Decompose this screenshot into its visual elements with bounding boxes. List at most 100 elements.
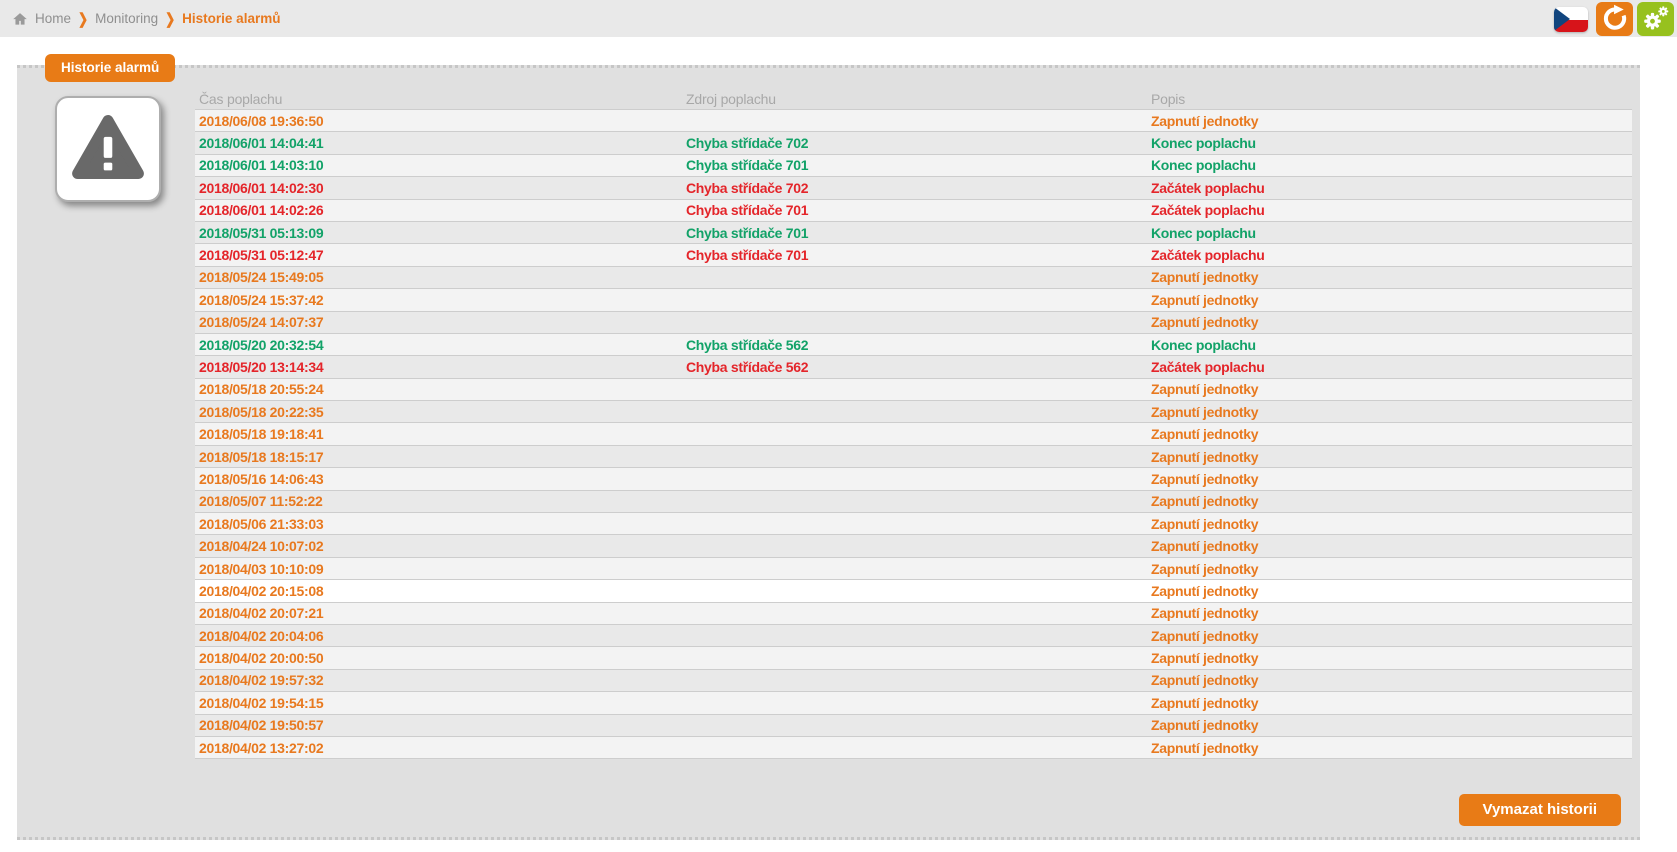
- topbar-actions: [1554, 2, 1674, 36]
- table-row[interactable]: 2018/05/18 19:18:41 Zapnutí jednotky: [195, 423, 1632, 445]
- table-row[interactable]: 2018/04/02 13:27:02Zapnutí jednotky: [195, 737, 1632, 759]
- column-header-time: Čas poplachu: [195, 91, 682, 107]
- breadcrumb-item-historie-alarmu: Historie alarmů: [182, 11, 280, 26]
- cell-desc: Zapnutí jednotky: [1147, 381, 1632, 397]
- breadcrumb-separator-icon: ❯: [165, 10, 175, 28]
- cell-time: 2018/04/24 10:07:02: [195, 538, 682, 554]
- warning-card: [55, 96, 161, 202]
- breadcrumb-item-home[interactable]: Home: [35, 11, 71, 26]
- cell-time: 2018/05/18 20:55:24: [195, 381, 682, 397]
- table-row[interactable]: 2018/04/02 20:00:50Zapnutí jednotky: [195, 647, 1632, 669]
- cell-time: 2018/05/07 11:52:22: [195, 493, 682, 509]
- table-row[interactable]: 2018/04/02 19:57:32 Zapnutí jednotky: [195, 670, 1632, 692]
- cell-time: 2018/06/01 14:03:10: [195, 157, 682, 173]
- table-row[interactable]: 2018/05/16 14:06:43 Zapnutí jednotky: [195, 468, 1632, 490]
- refresh-button[interactable]: [1596, 2, 1633, 36]
- cell-time: 2018/04/02 20:04:06: [195, 628, 682, 644]
- table-row[interactable]: 2018/05/18 18:15:17 Zapnutí jednotky: [195, 446, 1632, 468]
- table-row[interactable]: 2018/05/18 20:55:24 Zapnutí jednotky: [195, 379, 1632, 401]
- table-row[interactable]: 2018/05/20 13:14:34Chyba střídače 562Zač…: [195, 356, 1632, 378]
- table-row[interactable]: 2018/04/02 20:04:06 Zapnutí jednotky: [195, 625, 1632, 647]
- cell-source: Chyba střídače 701: [682, 225, 1147, 241]
- table-row[interactable]: 2018/05/07 11:52:22 Zapnutí jednotky: [195, 491, 1632, 513]
- table-row[interactable]: 2018/05/24 15:37:42 Zapnutí jednotky: [195, 289, 1632, 311]
- cell-source: Chyba střídače 701: [682, 157, 1147, 173]
- table-row[interactable]: 2018/05/06 21:33:03 Zapnutí jednotky: [195, 513, 1632, 535]
- cell-time: 2018/06/01 14:02:26: [195, 202, 682, 218]
- cell-desc: Zapnutí jednotky: [1147, 740, 1632, 756]
- cell-time: 2018/05/06 21:33:03: [195, 516, 682, 532]
- cell-time: 2018/04/02 19:54:15: [195, 695, 682, 711]
- cell-desc: Zapnutí jednotky: [1147, 426, 1632, 442]
- table-row[interactable]: 2018/05/31 05:13:09Chyba střídače 701Kon…: [195, 222, 1632, 244]
- table-row[interactable]: 2018/06/01 14:02:30Chyba střídače 702Zač…: [195, 177, 1632, 199]
- cell-time: 2018/05/24 14:07:37: [195, 314, 682, 330]
- cell-time: 2018/05/20 13:14:34: [195, 359, 682, 375]
- panel-tab-title: Historie alarmů: [45, 54, 175, 82]
- cell-source: Chyba střídače 701: [682, 247, 1147, 263]
- cell-desc: Začátek poplachu: [1147, 202, 1632, 218]
- cell-time: 2018/04/03 10:10:09: [195, 561, 682, 577]
- alarm-table: Čas poplachu Zdroj poplachu Popis 2018/0…: [195, 88, 1632, 759]
- table-row[interactable]: 2018/05/20 20:32:54Chyba střídače 562Kon…: [195, 334, 1632, 356]
- cell-desc: Zapnutí jednotky: [1147, 672, 1632, 688]
- alarm-table-body: 2018/06/08 19:36:50Zapnutí jednotky2018/…: [195, 109, 1632, 759]
- cell-time: 2018/05/20 20:32:54: [195, 337, 682, 353]
- table-row[interactable]: 2018/05/31 05:12:47Chyba střídače 701Zač…: [195, 244, 1632, 266]
- table-row[interactable]: 2018/04/02 19:54:15 Zapnutí jednotky: [195, 692, 1632, 714]
- table-row[interactable]: 2018/04/03 10:10:09 Zapnutí jednotky: [195, 558, 1632, 580]
- cell-time: 2018/04/02 20:00:50: [195, 650, 682, 666]
- column-header-source: Zdroj poplachu: [682, 91, 1147, 107]
- cell-desc: Konec poplachu: [1147, 337, 1632, 353]
- table-row[interactable]: 2018/06/01 14:04:41Chyba střídače 702Kon…: [195, 132, 1632, 154]
- cell-desc: Zapnutí jednotky: [1147, 717, 1632, 733]
- clear-history-button[interactable]: Vymazat historii: [1459, 794, 1621, 826]
- cell-source: Chyba střídače 702: [682, 135, 1147, 151]
- cell-desc: Zapnutí jednotky: [1147, 471, 1632, 487]
- cell-time: 2018/05/24 15:37:42: [195, 292, 682, 308]
- table-row[interactable]: 2018/05/24 14:07:37Zapnutí jednotky: [195, 312, 1632, 334]
- top-bar: Home ❯ Monitoring ❯ Historie alarmů: [0, 0, 1677, 37]
- cell-time: 2018/05/18 19:18:41: [195, 426, 682, 442]
- cell-desc: Zapnutí jednotky: [1147, 269, 1632, 285]
- cell-desc: Zapnutí jednotky: [1147, 583, 1632, 599]
- cell-time: 2018/04/02 20:07:21: [195, 605, 682, 621]
- cell-desc: Zapnutí jednotky: [1147, 292, 1632, 308]
- gears-icon: [1642, 4, 1670, 35]
- home-icon: [12, 11, 28, 27]
- table-row[interactable]: 2018/04/02 20:07:21Zapnutí jednotky: [195, 603, 1632, 625]
- cell-desc: Začátek poplachu: [1147, 180, 1632, 196]
- settings-button[interactable]: [1637, 2, 1674, 36]
- cell-desc: Zapnutí jednotky: [1147, 493, 1632, 509]
- breadcrumb: Home ❯ Monitoring ❯ Historie alarmů: [12, 0, 280, 37]
- table-row[interactable]: 2018/05/18 20:22:35 Zapnutí jednotky: [195, 401, 1632, 423]
- cell-desc: Zapnutí jednotky: [1147, 516, 1632, 532]
- cell-time: 2018/05/18 20:22:35: [195, 404, 682, 420]
- cell-time: 2018/04/02 19:57:32: [195, 672, 682, 688]
- cell-desc: Zapnutí jednotky: [1147, 404, 1632, 420]
- cell-desc: Konec poplachu: [1147, 157, 1632, 173]
- cell-desc: Zapnutí jednotky: [1147, 449, 1632, 465]
- cell-desc: Zapnutí jednotky: [1147, 628, 1632, 644]
- cell-time: 2018/05/31 05:13:09: [195, 225, 682, 241]
- table-row[interactable]: 2018/06/01 14:03:10Chyba střídače 701Kon…: [195, 155, 1632, 177]
- table-row[interactable]: 2018/06/08 19:36:50Zapnutí jednotky: [195, 110, 1632, 132]
- cell-desc: Zapnutí jednotky: [1147, 695, 1632, 711]
- cell-time: 2018/06/01 14:04:41: [195, 135, 682, 151]
- cell-source: Chyba střídače 562: [682, 359, 1147, 375]
- table-row[interactable]: 2018/05/24 15:49:05Zapnutí jednotky: [195, 267, 1632, 289]
- cell-desc: Zapnutí jednotky: [1147, 113, 1632, 129]
- table-row[interactable]: 2018/06/01 14:02:26Chyba střídače 701Zač…: [195, 200, 1632, 222]
- cell-desc: Zapnutí jednotky: [1147, 561, 1632, 577]
- table-row[interactable]: 2018/04/02 19:50:57Zapnutí jednotky: [195, 715, 1632, 737]
- cell-source: Chyba střídače 562: [682, 337, 1147, 353]
- czech-flag-icon[interactable]: [1554, 7, 1588, 32]
- cell-time: 2018/04/02 20:15:08: [195, 583, 682, 599]
- table-row[interactable]: 2018/04/24 10:07:02 Zapnutí jednotky: [195, 535, 1632, 557]
- table-row[interactable]: 2018/04/02 20:15:08 Zapnutí jednotky: [195, 580, 1632, 602]
- cell-time: 2018/05/18 18:15:17: [195, 449, 682, 465]
- cell-desc: Zapnutí jednotky: [1147, 538, 1632, 554]
- cell-time: 2018/05/16 14:06:43: [195, 471, 682, 487]
- column-header-desc: Popis: [1147, 91, 1632, 107]
- breadcrumb-item-monitoring[interactable]: Monitoring: [95, 11, 158, 26]
